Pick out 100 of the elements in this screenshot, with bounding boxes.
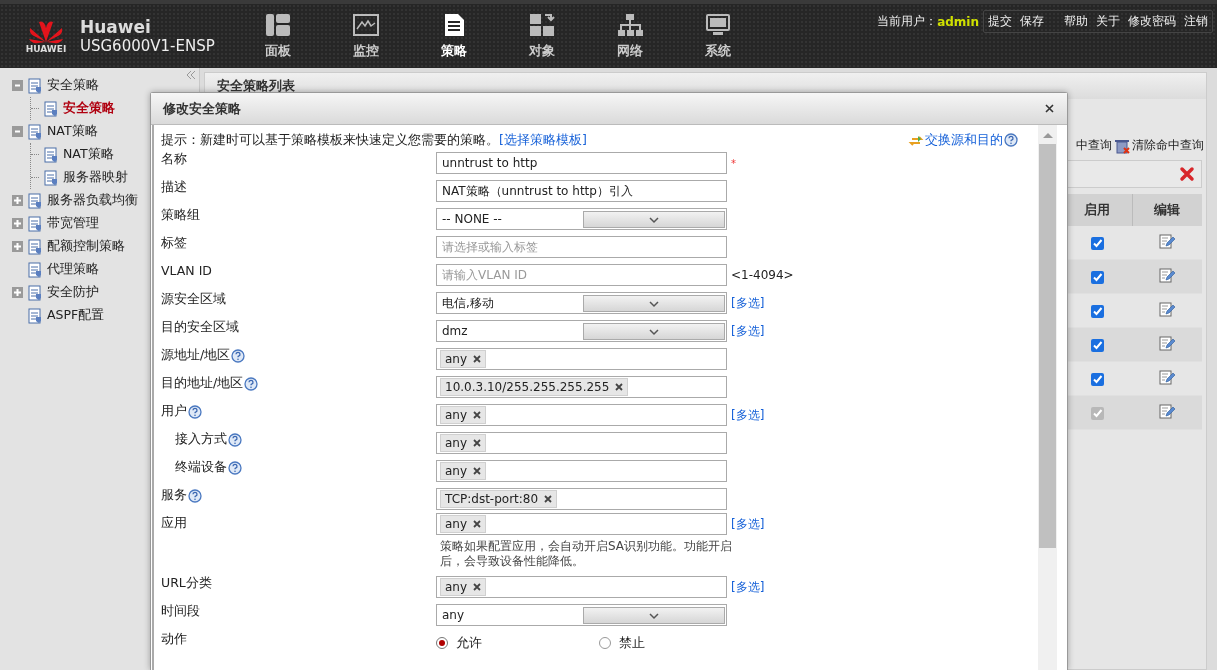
header-link[interactable]: 保存 <box>1016 13 1048 30</box>
template-link[interactable]: [选择策略模板] <box>499 131 587 149</box>
toolbar-link[interactable]: 中查询 <box>1076 137 1112 154</box>
edit-icon[interactable] <box>1158 334 1177 352</box>
tree-item[interactable]: 代理策略 <box>47 261 99 278</box>
tree-item[interactable]: 服务器负载均衡 <box>47 192 138 209</box>
remove-icon[interactable] <box>615 383 624 391</box>
help-icon[interactable] <box>188 488 202 503</box>
field-label: 终端设备 <box>175 459 227 476</box>
policy-icon <box>27 238 43 255</box>
tag-field[interactable]: TCP:dst-port:80 <box>436 488 727 510</box>
tree-item[interactable]: 安全策略 <box>63 100 115 117</box>
remove-icon[interactable] <box>473 411 482 419</box>
dropdown[interactable]: dmz <box>436 320 727 342</box>
field-label: 目的安全区域 <box>161 319 239 336</box>
text-field[interactable]: NAT策略（unntrust to http）引入 <box>436 180 727 202</box>
multi-select-link[interactable]: [多选] <box>731 322 765 340</box>
remove-icon[interactable] <box>473 520 482 528</box>
tree-item[interactable]: 服务器映射 <box>63 169 128 186</box>
nav-icon <box>616 12 644 38</box>
user-name: admin <box>937 14 979 29</box>
tag-text: any <box>445 436 468 450</box>
tag-text: any <box>445 408 468 422</box>
nav-tab[interactable]: 监控 <box>322 12 410 60</box>
dropdown[interactable]: any <box>436 604 727 626</box>
tree-item[interactable]: 带宽管理 <box>47 215 99 232</box>
tag-field[interactable]: any <box>436 404 727 426</box>
nav-tab[interactable]: 对象 <box>498 12 586 60</box>
remove-icon[interactable] <box>473 467 482 475</box>
tree-item[interactable]: NAT策略 <box>63 146 114 163</box>
help-icon[interactable] <box>244 376 259 391</box>
expand-toggle[interactable] <box>12 241 23 252</box>
swap-link[interactable]: 交换源和目的 <box>925 131 1003 149</box>
radio-option[interactable]: 禁止 <box>599 634 762 652</box>
field-label: 接入方式 <box>175 431 227 448</box>
remove-icon[interactable] <box>473 439 482 447</box>
enable-checkbox[interactable] <box>1090 270 1104 284</box>
header-link[interactable]: 关于 <box>1092 13 1124 30</box>
tree-item[interactable]: NAT策略 <box>47 123 98 140</box>
tag-field[interactable]: any <box>436 460 727 482</box>
enable-checkbox[interactable] <box>1090 372 1104 386</box>
nav-tab[interactable]: 策略 <box>410 12 498 60</box>
expand-toggle[interactable] <box>12 287 23 298</box>
help-icon[interactable] <box>228 432 242 447</box>
close-button[interactable] <box>1044 103 1055 114</box>
remove-icon[interactable] <box>473 355 482 363</box>
tree-item[interactable]: 配额控制策略 <box>47 238 125 255</box>
field-label: 标签 <box>161 235 187 252</box>
help-icon[interactable] <box>1004 133 1018 147</box>
enable-checkbox[interactable] <box>1090 236 1104 250</box>
tree-item[interactable]: ASPF配置 <box>47 307 105 324</box>
remove-icon[interactable] <box>544 495 553 503</box>
field-label: 描述 <box>161 179 187 196</box>
header-link[interactable]: 帮助 <box>1060 13 1092 30</box>
tree-item[interactable]: 安全策略 <box>47 77 99 94</box>
collapse-toggle[interactable] <box>12 80 23 91</box>
edit-icon[interactable] <box>1158 368 1177 386</box>
tag-field[interactable]: any <box>436 432 727 454</box>
tag-text: any <box>445 352 468 366</box>
close-icon[interactable] <box>1179 166 1195 182</box>
tree-item[interactable]: 安全防护 <box>47 284 99 301</box>
multi-select-link[interactable]: [多选] <box>731 406 765 424</box>
multi-select-link[interactable]: [多选] <box>731 294 765 312</box>
tag-field[interactable]: any <box>436 576 727 598</box>
edit-icon[interactable] <box>1158 300 1177 318</box>
enable-checkbox[interactable] <box>1090 304 1104 318</box>
nav-tab[interactable]: 面板 <box>234 12 322 60</box>
collapse-toggle[interactable] <box>12 126 23 137</box>
field-label: 目的地址/地区 <box>161 375 244 392</box>
scroll-thumb[interactable] <box>1039 144 1056 548</box>
scrollbar[interactable] <box>1038 125 1057 670</box>
policy-icon <box>27 284 43 301</box>
nav-icon <box>264 12 292 38</box>
toolbar-link[interactable]: 清除命中查询 <box>1132 137 1204 154</box>
multi-select-link[interactable]: [多选] <box>731 515 765 533</box>
multi-select-link[interactable]: [多选] <box>731 578 765 596</box>
help-icon[interactable] <box>231 348 246 363</box>
expand-toggle[interactable] <box>12 218 23 229</box>
help-icon[interactable] <box>188 404 202 419</box>
dropdown[interactable]: 电信,移动 <box>436 292 727 314</box>
nav-tab[interactable]: 网络 <box>586 12 674 60</box>
tag-field[interactable]: 10.0.3.10/255.255.255.255 <box>436 376 727 398</box>
expand-toggle[interactable] <box>12 195 23 206</box>
header-link[interactable]: 提交 <box>984 13 1016 30</box>
tag-field[interactable]: any <box>436 513 727 535</box>
policy-icon <box>27 261 43 278</box>
header-link[interactable]: 修改密码 <box>1124 13 1180 30</box>
remove-icon[interactable] <box>473 583 482 591</box>
edit-icon[interactable] <box>1158 232 1177 250</box>
header-link[interactable]: 注销 <box>1180 13 1212 30</box>
policy-icon <box>27 123 43 140</box>
text-field[interactable]: unntrust to http <box>436 152 727 174</box>
enable-checkbox[interactable] <box>1090 338 1104 352</box>
tag-field[interactable]: any <box>436 348 727 370</box>
edit-icon[interactable] <box>1158 266 1177 284</box>
help-icon[interactable] <box>228 460 242 475</box>
nav-tab[interactable]: 系统 <box>674 12 762 60</box>
radio-option[interactable]: 允许 <box>436 634 599 652</box>
dropdown[interactable]: -- NONE -- <box>436 208 727 230</box>
edit-icon[interactable] <box>1158 402 1177 420</box>
